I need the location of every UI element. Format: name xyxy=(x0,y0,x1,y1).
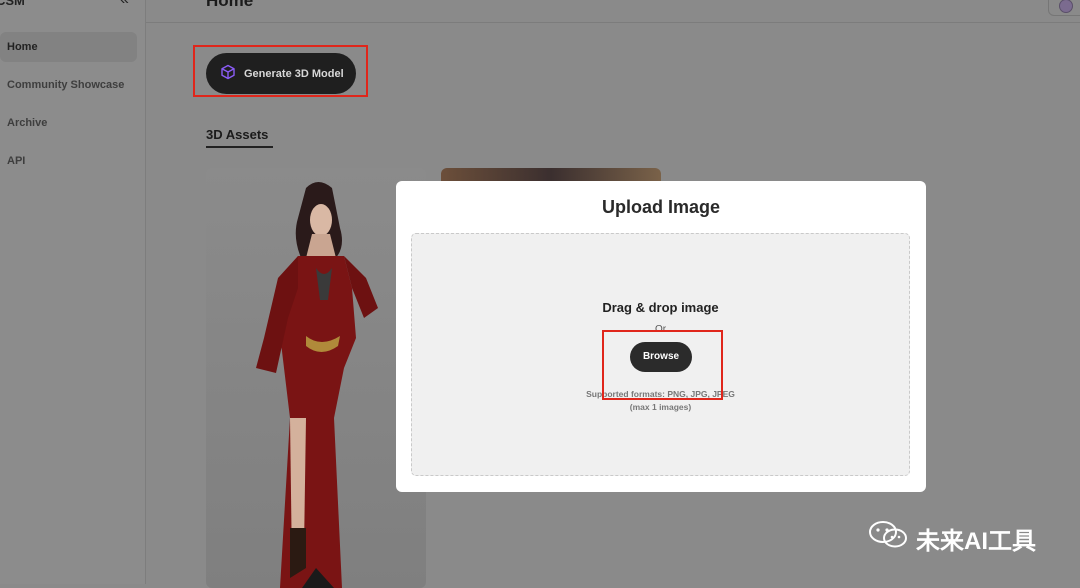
collapse-sidebar-icon[interactable]: « xyxy=(120,0,129,9)
sidebar-item-community-showcase[interactable]: Community Showcase xyxy=(0,70,137,100)
sidebar-item-api[interactable]: API xyxy=(0,146,137,176)
watermark-text: 未来AI工具 xyxy=(916,528,1036,555)
sidebar-item-archive[interactable]: Archive xyxy=(0,108,137,138)
brand-logo: CSM xyxy=(0,0,25,8)
generate-3d-model-button[interactable]: Generate 3D Model xyxy=(206,53,356,94)
highlight-box xyxy=(602,330,723,400)
section-underline xyxy=(206,146,273,148)
top-bar: Home xyxy=(146,0,1080,23)
watermark: 未来AI工具 xyxy=(868,520,1036,557)
asset-card[interactable] xyxy=(206,168,426,588)
wechat-icon xyxy=(868,520,910,557)
avatar xyxy=(1059,0,1073,13)
character-thumbnail xyxy=(256,182,378,588)
dialog-title: Upload Image xyxy=(601,197,721,217)
dropzone-instruction: Drag & drop image xyxy=(602,300,719,315)
page-title: Home xyxy=(206,0,254,10)
limit-line: (max 1 images) xyxy=(629,402,692,412)
sidebar: CSM « Home Community Showcase Archive AP… xyxy=(0,0,146,584)
sidebar-item-home[interactable]: Home xyxy=(0,32,137,62)
account-button[interactable] xyxy=(1048,0,1080,16)
cube-icon xyxy=(220,64,236,83)
section-title: 3D Assets xyxy=(206,127,269,142)
generate-button-label: Generate 3D Model xyxy=(244,67,344,80)
